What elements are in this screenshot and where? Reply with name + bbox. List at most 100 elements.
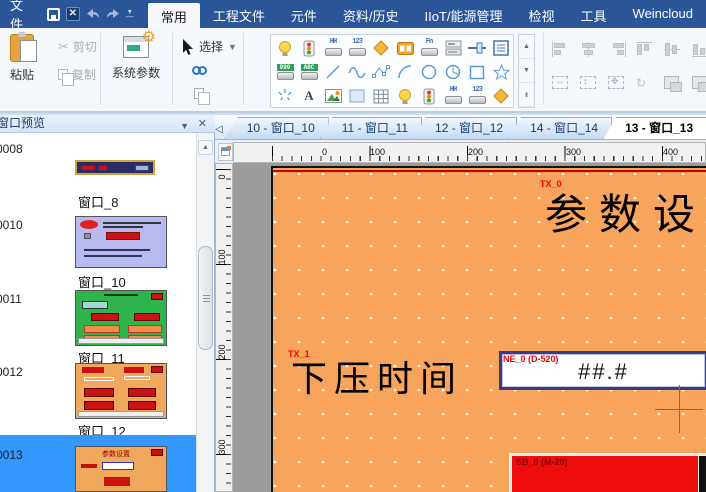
doc-tab-window-14[interactable]: 14 - 窗口_14 [508, 117, 612, 139]
tab-weincloud[interactable]: Weincloud [620, 0, 706, 28]
red-line-element[interactable] [273, 170, 706, 172]
copy-button[interactable]: 复制 [58, 66, 96, 83]
set-bit-button2-icon[interactable]: HH [444, 87, 462, 105]
scroll-up-icon[interactable]: ▲ [198, 140, 213, 155]
bit-lamp-icon[interactable] [276, 39, 294, 57]
word-lamp2-icon[interactable] [420, 87, 438, 105]
circle-tool-icon[interactable] [420, 63, 438, 81]
paste-button[interactable]: 粘贴 [10, 34, 34, 83]
ascii-display-icon[interactable]: ABC [300, 63, 318, 81]
window-thumbnail-10[interactable] [75, 216, 167, 268]
toolbox-scrollbar: ▲ ▼ ⇟ [518, 34, 535, 108]
tab-scroll-left-icon[interactable]: ◁ [215, 124, 223, 139]
align-center-h-icon[interactable] [580, 42, 598, 57]
star-tool-icon[interactable] [492, 63, 510, 81]
cut-button[interactable]: ✂剪切 [58, 38, 97, 55]
page-title-text[interactable]: 参数设置 [545, 181, 706, 242]
numeric-input-element[interactable]: NE_0 (D-520) ##.# [499, 351, 706, 390]
window-thumbnail-12[interactable] [75, 363, 167, 419]
align-middle-v-icon[interactable] [664, 42, 682, 57]
sidebar-scrollbar[interactable]: ▲ [196, 133, 214, 492]
align-right-icon[interactable] [608, 42, 626, 57]
align-left-icon[interactable] [552, 42, 570, 57]
combo-button-icon[interactable] [444, 39, 462, 57]
set-word-button-icon[interactable]: 123 [348, 39, 366, 57]
slider-icon[interactable] [468, 39, 486, 57]
filled-rect-icon[interactable] [348, 87, 366, 105]
doc-tab-window-13[interactable]: 13 - 窗口_13 [603, 117, 706, 139]
text-tool-icon[interactable]: A [300, 87, 318, 105]
bit-lamp2-icon[interactable] [396, 87, 414, 105]
same-size-icon[interactable] [608, 76, 624, 89]
object-toolbox: HH 123 Fn 999 ABC A [270, 34, 514, 108]
function-key2-icon[interactable] [492, 87, 510, 105]
system-parameters-button[interactable]: ⚙ 系统参数 [112, 36, 160, 81]
toolbox-scroll-up-icon[interactable]: ▲ [519, 35, 534, 59]
tab-iiot-energy[interactable]: IIoT/能源管理 [411, 0, 515, 28]
same-height-icon[interactable] [580, 76, 596, 89]
same-width-icon[interactable] [552, 76, 568, 89]
group-icon[interactable] [664, 76, 679, 89]
tab-tools[interactable]: 工具 [568, 0, 620, 28]
function-button-icon[interactable]: Fn [420, 39, 438, 57]
picture-tool-icon[interactable] [324, 87, 342, 105]
doc-tab-window-12[interactable]: 12 - 窗口_12 [413, 117, 517, 139]
window-thumbnail-11[interactable] [75, 290, 167, 346]
window-preview-panel: 窗口预览 ▼ ✕ 0008 窗口_8 0010 窗口_10 0011 窗口_11… [0, 115, 215, 492]
field-label-text[interactable]: 下压时间 [291, 350, 463, 402]
tab-project-files[interactable]: 工程文件 [200, 0, 278, 28]
panel-menu-icon[interactable]: ▼ [180, 118, 189, 135]
copy-label: 复制 [72, 66, 96, 83]
select-button[interactable]: 选择 ▼ [182, 38, 237, 55]
red-button-element[interactable]: SB_0 (M-20) [509, 453, 706, 492]
redo-icon[interactable] [106, 8, 120, 20]
window-thumbnail-8[interactable] [75, 160, 155, 175]
function-key-icon[interactable] [372, 39, 390, 57]
toolbox-scroll-down-icon[interactable]: ▼ [519, 59, 534, 83]
ungroup-icon[interactable] [692, 76, 706, 89]
save-icon[interactable] [47, 8, 60, 21]
offline-simulation-icon[interactable]: ✕ [66, 7, 80, 21]
word-lamp-icon[interactable] [300, 39, 318, 57]
ruler-corner-icon[interactable] [218, 143, 233, 161]
ruler-tick-label: 0 [322, 147, 329, 157]
button-shadow [699, 456, 706, 492]
undo-icon[interactable] [86, 8, 100, 20]
polyline-tool-icon[interactable] [372, 63, 390, 81]
design-workarea[interactable]: TX_0 参数设置 TX_1 下压时间 NE_0 (D-520) ##.# SB… [233, 163, 706, 492]
table-grid-icon[interactable] [372, 87, 390, 105]
hmi-page[interactable]: TX_0 参数设置 TX_1 下压时间 NE_0 (D-520) ##.# SB… [271, 166, 706, 492]
ruler-tick-label: 300 [217, 437, 227, 457]
arc-tool-icon[interactable] [396, 63, 414, 81]
ribbon-separator [100, 33, 101, 105]
system-parameters-icon: ⚙ [123, 36, 149, 58]
wave-tool-icon[interactable] [348, 63, 366, 81]
pie-tool-icon[interactable] [444, 63, 462, 81]
option-list-icon[interactable] [492, 39, 510, 57]
tab-view[interactable]: 检视 [516, 0, 568, 28]
doc-tab-window-11[interactable]: 11 - 窗口_11 [320, 117, 422, 139]
rotate-icon[interactable]: ↻ [636, 76, 654, 91]
multi-copy-icon[interactable] [192, 66, 207, 75]
set-word-button2-icon[interactable]: 123 [468, 87, 486, 105]
rectangle-tool-icon[interactable] [468, 63, 486, 81]
align-bottom-icon[interactable] [692, 42, 706, 57]
word-lamp-orange-icon[interactable] [396, 39, 414, 57]
set-bit-button-icon[interactable]: HH [324, 39, 342, 57]
panel-close-icon[interactable]: ✕ [198, 116, 207, 133]
tab-data-history[interactable]: 资料/历史 [330, 0, 412, 28]
doc-tab-window-10[interactable]: 10 - 窗口_10 [225, 117, 329, 139]
scrollbar-thumb[interactable] [198, 246, 213, 350]
scatter-rays-icon[interactable] [276, 87, 294, 105]
duplicate-icon[interactable] [194, 88, 204, 99]
tab-objects[interactable]: 元件 [278, 0, 330, 28]
align-top-icon[interactable] [636, 42, 654, 57]
toolbar-options-icon[interactable]: ▾— [126, 9, 134, 19]
window-thumbnail-13[interactable]: 参数设置 [75, 446, 167, 492]
window-number: 0011 [0, 292, 22, 306]
line-tool-icon[interactable] [324, 63, 342, 81]
ruler-tick-label: 200 [468, 147, 485, 157]
tab-home[interactable]: 常用 [148, 3, 200, 28]
toolbox-expand-icon[interactable]: ⇟ [519, 83, 534, 107]
numeric-display-icon[interactable]: 999 [276, 63, 294, 81]
